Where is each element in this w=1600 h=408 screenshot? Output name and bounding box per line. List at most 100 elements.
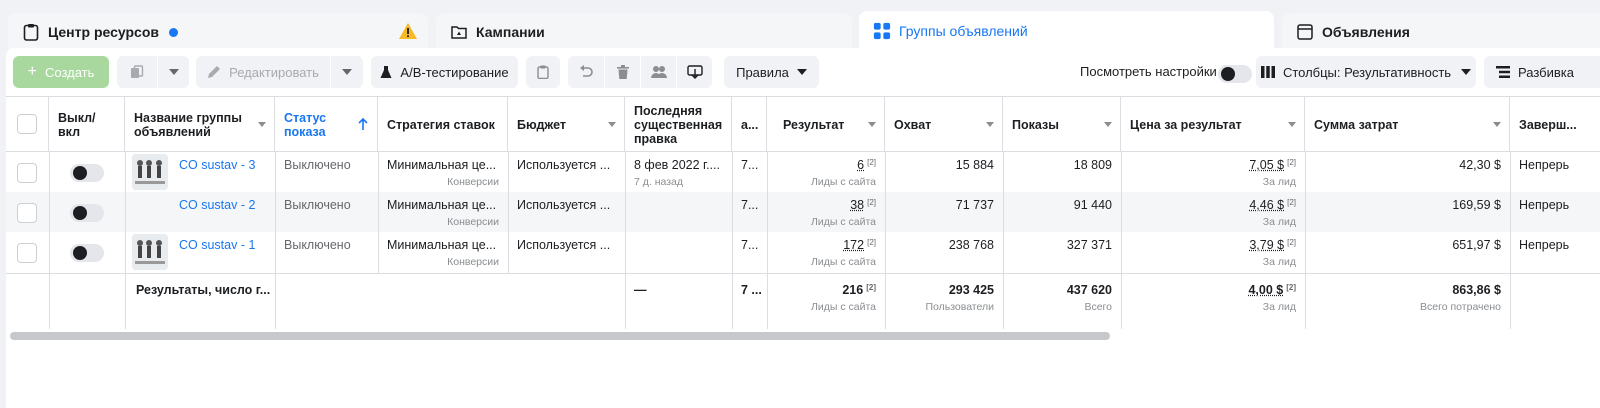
- budget-text: Используется ...: [517, 158, 611, 172]
- create-button[interactable]: + Создать: [13, 56, 109, 88]
- amount-spent-cell: 42,30 $: [1305, 152, 1510, 192]
- header-ends[interactable]: Заверш...: [1510, 97, 1600, 152]
- toggle-knob: [73, 206, 87, 220]
- horizontal-scrollbar[interactable]: [10, 332, 1110, 340]
- header-name[interactable]: Название группы объявлений: [125, 97, 275, 152]
- tab-ads[interactable]: Объявления: [1282, 13, 1600, 51]
- breakdown-button[interactable]: Разбивка: [1484, 56, 1600, 88]
- header-reach[interactable]: Охват: [885, 97, 1003, 152]
- columns-button[interactable]: Столбцы: Результативность: [1256, 56, 1476, 88]
- edit-button[interactable]: Редактировать: [196, 56, 330, 88]
- attribution-text: 7...: [741, 198, 759, 212]
- edit-dropdown-button[interactable]: [330, 56, 363, 88]
- undo-icon: [579, 65, 593, 79]
- select-all-checkbox[interactable]: [17, 114, 37, 134]
- export-button[interactable]: [676, 56, 712, 88]
- cost-value: 3,79 $: [1249, 238, 1285, 252]
- totals-row: Результаты, число г... — 7 ... 216 [2] Ли…: [6, 273, 1600, 329]
- footnote-ref[interactable]: [2]: [1287, 238, 1296, 247]
- delivery-toggle[interactable]: [70, 244, 104, 262]
- budget-text: Используется ...: [517, 238, 611, 252]
- footnote-ref[interactable]: [2]: [1287, 158, 1296, 167]
- table-row[interactable]: CO sustav - 1 Выключено Минимальная це..…: [6, 232, 1600, 272]
- column-divider: [275, 152, 276, 329]
- tab-ad-sets[interactable]: Группы объявлений: [859, 11, 1274, 51]
- impressions-cell: 18 809: [1003, 152, 1121, 192]
- footnote-ref[interactable]: [2]: [866, 283, 876, 292]
- header-onoff[interactable]: Выкл/ вкл: [49, 97, 125, 152]
- cost-value: 7,05 $: [1249, 158, 1285, 172]
- status-cell: Выключено: [275, 192, 378, 232]
- delete-button[interactable]: [604, 56, 640, 88]
- header-cost-per-result[interactable]: Цена за результат: [1121, 97, 1305, 152]
- column-divider: [1305, 152, 1306, 329]
- ad-set-name-link[interactable]: CO sustav - 2: [179, 198, 255, 212]
- ad-set-name-link[interactable]: CO sustav - 3: [179, 158, 255, 172]
- column-divider: [1121, 152, 1122, 329]
- ab-test-button[interactable]: A/B-тестирование: [371, 56, 518, 88]
- attribution-cell: 7...: [732, 232, 767, 272]
- result-subtext: Лиды с сайта: [811, 256, 876, 268]
- header-budget[interactable]: Бюджет: [508, 97, 625, 152]
- ends-cell: Непрерь: [1510, 232, 1600, 272]
- delivery-toggle[interactable]: [70, 164, 104, 182]
- header-label: Последняя существенная правка: [634, 103, 723, 146]
- row-checkbox[interactable]: [17, 163, 37, 183]
- impressions-cell: 327 371: [1003, 232, 1121, 272]
- result-subtext: Лиды с сайта: [811, 176, 876, 188]
- header-impressions[interactable]: Показы: [1003, 97, 1121, 152]
- table-row[interactable]: CO sustav - 3 Выключено Минимальная це..…: [6, 152, 1600, 192]
- budget-cell: Используется ...: [508, 192, 625, 232]
- header-label: Статус показа: [284, 110, 327, 139]
- footnote-ref[interactable]: [2]: [867, 238, 876, 247]
- rules-button[interactable]: Правила: [724, 56, 819, 88]
- caret-down-icon: [168, 69, 179, 75]
- duplicate-button[interactable]: [117, 56, 157, 88]
- clipboard-icon: [537, 65, 549, 79]
- caret-down-icon: [868, 122, 876, 127]
- header-label: Выкл/ вкл: [58, 110, 96, 139]
- ad-set-name-link[interactable]: CO sustav - 1: [179, 238, 255, 252]
- table-row[interactable]: CO sustav - 2 Выключено Минимальная це..…: [6, 192, 1600, 232]
- tab-resource-center[interactable]: Центр ресурсов: [8, 13, 428, 51]
- export-icon: [686, 65, 703, 79]
- cost-subtext: За лид: [1262, 256, 1296, 268]
- reach-value: 71 737: [955, 198, 994, 212]
- notes-button[interactable]: [526, 56, 560, 88]
- last-edit-cell: 8 фев 2022 г.... 7 д. назад: [625, 152, 732, 192]
- row-checkbox[interactable]: [17, 203, 37, 223]
- audience-button[interactable]: [640, 56, 676, 88]
- column-divider: [508, 152, 509, 273]
- header-label: Охват: [894, 117, 932, 132]
- header-amount-spent[interactable]: Сумма затрат: [1305, 97, 1510, 152]
- cost-per-result-cell: 3,79 $ [2] За лид: [1121, 232, 1305, 272]
- delivery-toggle[interactable]: [70, 204, 104, 222]
- header-bid-strategy[interactable]: Стратегия ставок: [378, 97, 508, 152]
- header-attribution[interactable]: a...: [732, 97, 767, 152]
- footnote-ref[interactable]: [2]: [1287, 198, 1296, 207]
- caret-down-icon: [1493, 122, 1501, 127]
- totals-label-cell: Результаты, число г...: [127, 274, 275, 330]
- header-status[interactable]: Статус показа: [275, 97, 378, 152]
- budget-cell: Используется ...: [508, 152, 625, 192]
- view-settings-toggle[interactable]: [1218, 65, 1252, 83]
- header-label: Название группы объявлений: [134, 110, 242, 139]
- undo-button[interactable]: [568, 56, 604, 88]
- totals-spent-cell: 863,86 $ Всего потрачено: [1305, 274, 1510, 330]
- ends-text: Непрерь: [1519, 198, 1570, 212]
- row-checkbox[interactable]: [17, 243, 37, 263]
- tab-campaigns[interactable]: Кампании: [436, 13, 852, 51]
- column-divider: [378, 152, 379, 273]
- footnote-ref[interactable]: [2]: [1286, 283, 1296, 292]
- header-last-edit[interactable]: Последняя существенная правка: [625, 97, 732, 152]
- footnote-ref[interactable]: [2]: [867, 158, 876, 167]
- duplicate-dropdown-button[interactable]: [157, 56, 189, 88]
- header-result[interactable]: Результат: [767, 97, 885, 152]
- people-icon: [650, 65, 667, 79]
- footnote-ref[interactable]: [2]: [867, 198, 876, 207]
- ends-cell: Непрерь: [1510, 152, 1600, 192]
- budget-cell: Используется ...: [508, 232, 625, 272]
- warning-icon[interactable]: [398, 22, 418, 43]
- last-edit-cell: [625, 232, 732, 272]
- breakdown-icon: [1496, 66, 1510, 78]
